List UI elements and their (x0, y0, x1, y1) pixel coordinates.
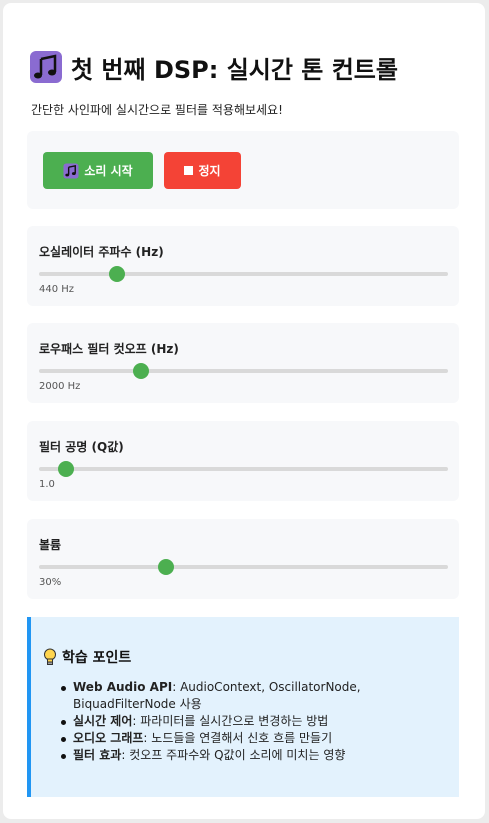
stop-square-icon (184, 166, 194, 175)
list-item-term: Web Audio API (73, 680, 173, 694)
cutoff-slider-thumb[interactable] (133, 363, 150, 379)
volume-value: 30% (39, 577, 62, 588)
resonance-slider-label: 필터 공명 (Q값) (39, 440, 124, 454)
page-subtitle: 간단한 사인파에 실시간으로 필터를 적용해보세요! (31, 103, 283, 117)
list-item-desc: : 노드들을 연결해서 신호 흐름 만들기 (143, 731, 333, 745)
page-title: 첫 번째 DSP: 실시간 톤 컨트롤 (29, 49, 398, 85)
frequency-value: 440 Hz (39, 284, 75, 295)
list-item: Web Audio API: AudioContext, OscillatorN… (61, 679, 453, 713)
list-item: 실시간 제어: 파라미터를 실시간으로 변경하는 방법 (61, 713, 453, 730)
volume-slider-track[interactable] (39, 559, 448, 575)
list-item-term: 필터 효과 (73, 748, 122, 762)
frequency-slider-track[interactable] (39, 266, 448, 282)
learning-points-title-text: 학습 포인트 (62, 650, 132, 666)
list-item-term: 오디오 그래프 (73, 731, 144, 745)
lightbulb-icon (44, 648, 56, 665)
learning-points-list: Web Audio API: AudioContext, OscillatorN… (61, 679, 453, 764)
volume-slider-label: 볼륨 (39, 538, 62, 552)
frequency-slider-thumb[interactable] (108, 266, 125, 282)
volume-slider-thumb[interactable] (157, 559, 174, 575)
page-title-text: 첫 번째 DSP: 실시간 톤 컨트롤 (71, 55, 398, 84)
cutoff-slider-label: 로우패스 필터 컷오프 (Hz) (39, 342, 179, 356)
stop-button[interactable]: 정지 (164, 152, 241, 189)
frequency-slider-label: 오실레이터 주파수 (Hz) (39, 245, 164, 259)
stop-label: 정지 (198, 164, 221, 178)
list-item: 오디오 그래프: 노드들을 연결해서 신호 흐름 만들기 (61, 730, 453, 747)
cutoff-slider-track[interactable] (39, 363, 448, 379)
resonance-slider-panel: 필터 공명 (Q값) 1.0 (27, 421, 459, 501)
start-sound-button[interactable]: 소리 시작 (43, 152, 153, 189)
start-sound-label: 소리 시작 (84, 164, 133, 178)
learning-points-title: 학습 포인트 (43, 647, 131, 667)
musical-notes-icon (30, 51, 62, 83)
playback-controls: 소리 시작 정지 (27, 131, 459, 209)
list-item-desc: : 파라미터를 실시간으로 변경하는 방법 (132, 714, 329, 728)
resonance-slider-track[interactable] (39, 461, 448, 477)
resonance-slider-thumb[interactable] (57, 461, 74, 477)
cutoff-slider-panel: 로우패스 필터 컷오프 (Hz) 2000 Hz (27, 323, 459, 403)
list-item-term: 실시간 제어 (73, 714, 133, 728)
list-item: 필터 효과: 컷오프 주파수와 Q값이 소리에 미치는 영향 (61, 747, 453, 764)
volume-slider-panel: 볼륨 30% (27, 519, 459, 599)
frequency-slider-panel: 오실레이터 주파수 (Hz) 440 Hz (27, 226, 459, 306)
cutoff-value: 2000 Hz (39, 381, 81, 392)
musical-notes-icon (63, 162, 79, 179)
resonance-value: 1.0 (39, 479, 55, 490)
learning-points-box: 학습 포인트 Web Audio API: AudioContext, Osci… (27, 617, 459, 797)
list-item-desc: : 컷오프 주파수와 Q값이 소리에 미치는 영향 (121, 748, 346, 762)
